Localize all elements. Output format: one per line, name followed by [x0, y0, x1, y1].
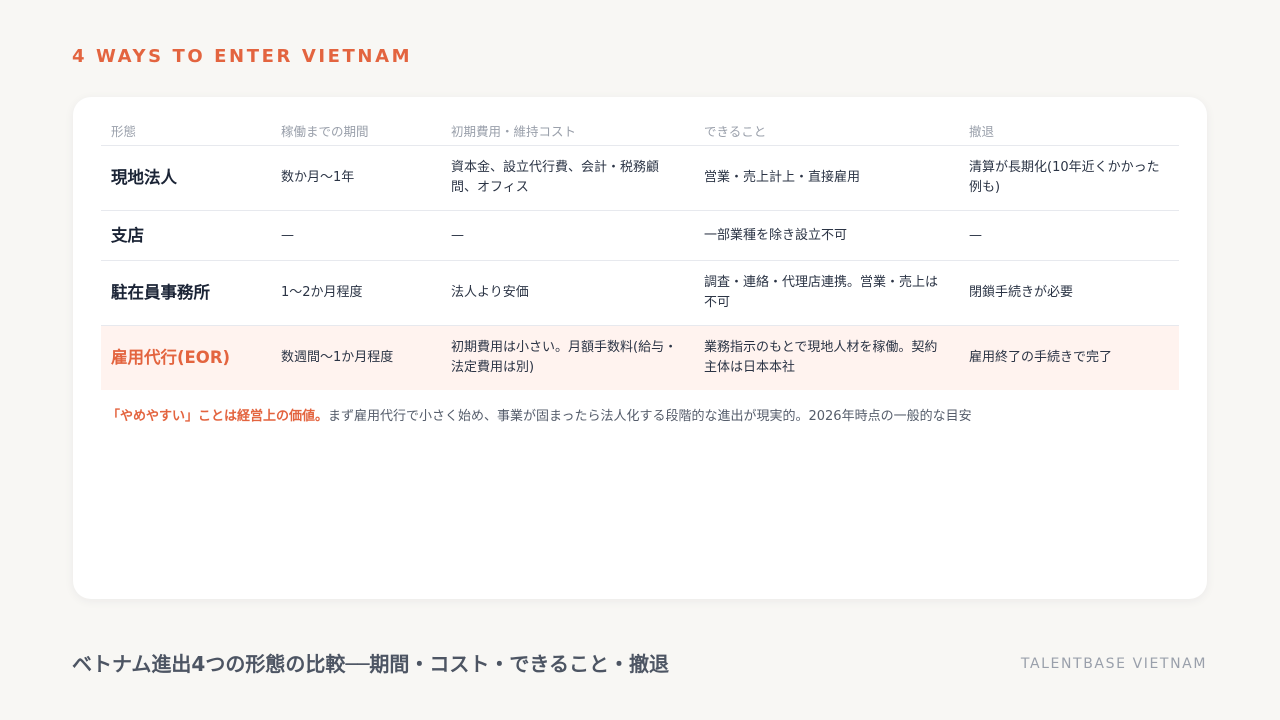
note-text: まず雇用代行で小さく始め、事業が固まったら法人化する段階的な進出が現実的。202…	[328, 409, 972, 424]
comparison-table: 形態 稼働までの期間 初期費用・維持コスト できること 撤退 現地法人 数か月〜…	[101, 117, 1179, 390]
table-row-representative-office: 駐在員事務所 1〜2か月程度 法人より安価 調査・連絡・代理店連携。営業・売上は…	[101, 260, 1179, 326]
table-cell: —	[441, 210, 694, 261]
table-cell: 初期費用は小さい。月額手数料(給与・法定費用は別)	[441, 325, 694, 390]
row-label: 現地法人	[101, 145, 271, 211]
table-cell: —	[959, 210, 1179, 261]
brand-name: TALENTBASE VIETNAM	[1020, 656, 1207, 672]
note-highlight: 「やめやすい」ことは経営上の価値。	[107, 409, 329, 424]
table-row-local-entity: 現地法人 数か月〜1年 資本金、設立代行費、会計・税務顧問、オフィス 営業・売上…	[101, 145, 1179, 211]
column-header-exit: 撤退	[959, 117, 1179, 146]
table-cell: 閉鎖手続きが必要	[959, 260, 1179, 326]
table-cell: 営業・売上計上・直接雇用	[694, 145, 959, 211]
table-cell: 資本金、設立代行費、会計・税務顧問、オフィス	[441, 145, 694, 211]
row-label: 雇用代行(EOR)	[101, 325, 271, 390]
row-label: 駐在員事務所	[101, 260, 271, 326]
table-row-eor-highlighted: 雇用代行(EOR) 数週間〜1か月程度 初期費用は小さい。月額手数料(給与・法定…	[101, 325, 1179, 390]
table-cell: 1〜2か月程度	[271, 260, 441, 326]
table-cell: 数週間〜1か月程度	[271, 325, 441, 390]
table-cell: 数か月〜1年	[271, 145, 441, 211]
table-cell: 調査・連絡・代理店連携。営業・売上は不可	[694, 260, 959, 326]
table-cell: 業務指示のもとで現地人材を稼働。契約主体は日本本社	[694, 325, 959, 390]
table-cell: 一部業種を除き設立不可	[694, 210, 959, 261]
table-row-branch: 支店 — — 一部業種を除き設立不可 —	[101, 210, 1179, 261]
column-header-form: 形態	[101, 117, 271, 146]
comparison-card: 形態 稼働までの期間 初期費用・維持コスト できること 撤退 現地法人 数か月〜…	[73, 97, 1207, 599]
column-header-cost: 初期費用・維持コスト	[441, 117, 694, 146]
column-header-lead-time: 稼働までの期間	[271, 117, 441, 146]
table-cell: 法人より安価	[441, 260, 694, 326]
table-cell: 清算が長期化(10年近くかかった例も)	[959, 145, 1179, 211]
table-cell: —	[271, 210, 441, 261]
table-cell: 雇用終了の手続きで完了	[959, 325, 1179, 390]
takeaway-note: 「やめやすい」ことは経営上の価値。まず雇用代行で小さく始め、事業が固まったら法人…	[107, 405, 972, 424]
section-kicker: 4 WAYS TO ENTER VIETNAM	[72, 46, 413, 67]
table-header-row: 形態 稼働までの期間 初期費用・維持コスト できること 撤退	[101, 117, 1179, 146]
column-header-capabilities: できること	[694, 117, 959, 146]
row-label: 支店	[101, 210, 271, 261]
slide-title: ベトナム進出4つの形態の比較──期間・コスト・できること・撤退	[72, 652, 669, 676]
